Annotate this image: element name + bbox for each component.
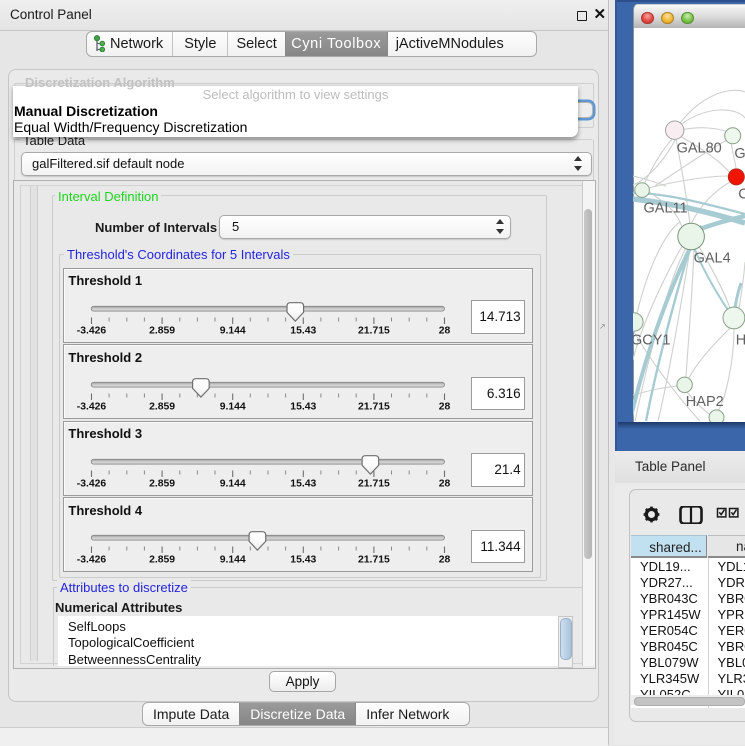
svg-text:21.715: 21.715 [358,401,390,412]
svg-text:GAL80: GAL80 [677,141,722,157]
svg-text:28: 28 [439,478,451,489]
svg-text:GA: GA [734,146,745,162]
svg-text:21.715: 21.715 [358,478,390,489]
svg-text:-3.426: -3.426 [77,325,107,336]
svg-text:2.859: 2.859 [150,554,176,565]
svg-text:15.43: 15.43 [291,325,317,336]
svg-text:C: C [738,187,745,203]
svg-text:9.144: 9.144 [220,401,246,412]
svg-text:9.144: 9.144 [220,554,246,565]
svg-text:H: H [736,333,745,349]
svg-text:GAL11: GAL11 [644,201,688,217]
svg-text:2.859: 2.859 [150,478,176,489]
svg-text:GCY1: GCY1 [633,333,671,349]
svg-text:-3.426: -3.426 [77,478,107,489]
svg-text:28: 28 [439,554,451,565]
svg-text:15.43: 15.43 [291,478,317,489]
svg-text:15.43: 15.43 [291,554,317,565]
svg-text:28: 28 [439,325,451,336]
svg-text:2.859: 2.859 [150,401,176,412]
svg-text:21.715: 21.715 [358,325,390,336]
svg-text:9.144: 9.144 [220,325,246,336]
svg-text:21.715: 21.715 [358,554,390,565]
svg-text:GAL4: GAL4 [694,251,731,267]
svg-text:28: 28 [439,401,451,412]
svg-text:15.43: 15.43 [291,401,317,412]
svg-text:HAP2: HAP2 [686,394,724,410]
svg-text:9.144: 9.144 [220,478,246,489]
svg-text:2.859: 2.859 [150,325,176,336]
svg-text:-3.426: -3.426 [77,554,107,565]
svg-text:-3.426: -3.426 [77,401,107,412]
